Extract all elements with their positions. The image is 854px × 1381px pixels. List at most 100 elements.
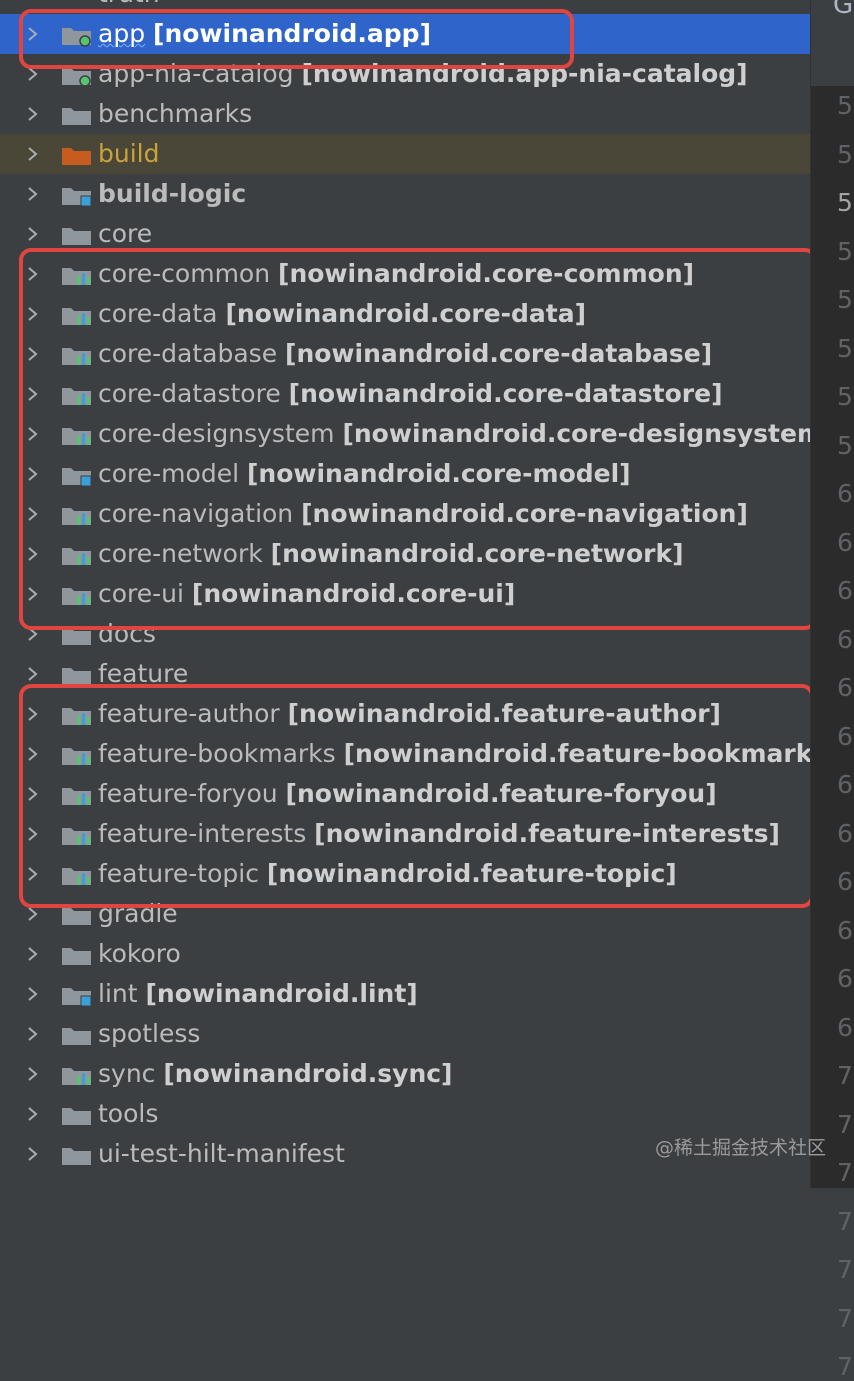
chevron-right-icon[interactable] <box>24 345 42 363</box>
module-icon <box>61 463 95 487</box>
chevron-right-icon[interactable] <box>24 65 42 83</box>
chevron-right-icon[interactable] <box>24 185 42 203</box>
tree-row-build-logic[interactable]: build-logic <box>0 174 810 214</box>
chevron-right-icon[interactable] <box>24 585 42 603</box>
chevron-right-icon[interactable] <box>24 785 42 803</box>
folder-name: docs <box>98 619 156 648</box>
chevron-right-icon[interactable] <box>24 425 42 443</box>
module-name: [nowinandroid.app] <box>153 19 431 48</box>
chevron-right-icon[interactable] <box>24 505 42 523</box>
chevron-right-icon[interactable] <box>24 1105 42 1123</box>
tree-row-core-database[interactable]: core-database [nowinandroid.core-databas… <box>0 334 810 374</box>
tree-row-core-datastore[interactable]: core-datastore [nowinandroid.core-datast… <box>0 374 810 414</box>
folder-name: feature-topic <box>98 859 259 888</box>
module-name: [nowinandroid.core-network] <box>270 539 684 568</box>
tree-row-label: build <box>98 140 159 168</box>
chevron-right-icon[interactable] <box>24 265 42 283</box>
tree-row-feature-interests[interactable]: feature-interests [nowinandroid.feature-… <box>0 814 810 854</box>
chevron-right-icon[interactable] <box>24 705 42 723</box>
chevron-right-icon[interactable] <box>24 1145 42 1163</box>
module-name: [nowinandroid.feature-foryou] <box>285 779 717 808</box>
library-module-icon <box>61 343 95 367</box>
tree-row-feature[interactable]: feature <box>0 654 810 694</box>
chevron-right-icon[interactable] <box>24 945 42 963</box>
module-name: [nowinandroid.feature-interests] <box>314 819 780 848</box>
folder-name: spotless <box>98 1019 201 1048</box>
tree-row-label: core-data [nowinandroid.core-data] <box>98 300 586 328</box>
chevron-right-icon[interactable] <box>24 545 42 563</box>
tree-row-label: core-ui [nowinandroid.core-ui] <box>98 580 515 608</box>
chevron-right-icon[interactable] <box>24 865 42 883</box>
tree-row-label: feature-topic [nowinandroid.feature-topi… <box>98 860 677 888</box>
chevron-right-icon[interactable] <box>24 1065 42 1083</box>
tree-row-docs[interactable]: docs <box>0 614 810 654</box>
tree-row-app-nia-catalog[interactable]: app-nia-catalog [nowinandroid.app-nia-ca… <box>0 54 810 94</box>
tree-row-tools[interactable]: tools <box>0 1094 810 1134</box>
folder-name: core-common <box>98 259 271 288</box>
tree-row-partial[interactable]: truth <box>0 0 810 14</box>
tree-row-gradle[interactable]: gradle <box>0 894 810 934</box>
tree-row-core-common[interactable]: core-common [nowinandroid.core-common] <box>0 254 810 294</box>
module-name: [nowinandroid.core-model] <box>246 459 631 488</box>
tree-row-benchmarks[interactable]: benchmarks <box>0 94 810 134</box>
folder-icon <box>61 1023 95 1047</box>
line-number: 7 <box>837 1303 853 1333</box>
tree-row-core-designsystem[interactable]: core-designsystem [nowinandroid.core-des… <box>0 414 834 454</box>
chevron-right-icon[interactable] <box>24 825 42 843</box>
tree-row-label: gradle <box>98 900 178 928</box>
chevron-right-icon[interactable] <box>24 1025 42 1043</box>
tree-row-label: core-network [nowinandroid.core-network] <box>98 540 684 568</box>
library-module-icon <box>61 583 95 607</box>
folder-name: gradle <box>98 899 178 928</box>
chevron-right-icon[interactable] <box>24 465 42 483</box>
library-module-icon <box>61 503 95 527</box>
chevron-right-icon[interactable] <box>24 745 42 763</box>
tree-row-feature-author[interactable]: feature-author [nowinandroid.feature-aut… <box>0 694 810 734</box>
tree-row-feature-foryou[interactable]: feature-foryou [nowinandroid.feature-for… <box>0 774 810 814</box>
folder-name: feature-bookmarks <box>98 739 336 768</box>
folder-name: core-data <box>98 299 218 328</box>
tree-row-label: tools <box>98 1100 158 1128</box>
folder-icon <box>61 663 95 687</box>
library-module-icon <box>61 423 95 447</box>
tree-row-kokoro[interactable]: kokoro <box>0 934 810 974</box>
chevron-right-icon[interactable] <box>24 665 42 683</box>
folder-name: kokoro <box>98 939 181 968</box>
chevron-right-icon[interactable] <box>24 625 42 643</box>
tree-row-app[interactable]: app [nowinandroid.app] <box>0 14 810 54</box>
tree-row-core-navigation[interactable]: core-navigation [nowinandroid.core-navig… <box>0 494 810 534</box>
tree-row-core-data[interactable]: core-data [nowinandroid.core-data] <box>0 294 810 334</box>
line-number: 6 <box>837 527 853 557</box>
tree-row-core-model[interactable]: core-model [nowinandroid.core-model] <box>0 454 810 494</box>
chevron-right-icon[interactable] <box>24 905 42 923</box>
tree-row-label: core-datastore [nowinandroid.core-datast… <box>98 380 723 408</box>
chevron-right-icon[interactable] <box>24 385 42 403</box>
excluded-folder-icon <box>61 143 95 167</box>
module-icon <box>61 183 95 207</box>
tree-row-feature-bookmarks[interactable]: feature-bookmarks [nowinandroid.feature-… <box>0 734 839 774</box>
folder-name: feature <box>98 659 189 688</box>
tree-row-label: sync [nowinandroid.sync] <box>98 1060 453 1088</box>
line-number: 5 <box>837 333 853 363</box>
line-number: 6 <box>837 1012 853 1042</box>
tree-row-spotless[interactable]: spotless <box>0 1014 810 1054</box>
tree-row-core-network[interactable]: core-network [nowinandroid.core-network] <box>0 534 810 574</box>
tree-row-sync[interactable]: sync [nowinandroid.sync] <box>0 1054 810 1094</box>
chevron-right-icon[interactable] <box>24 305 42 323</box>
chevron-right-icon[interactable] <box>24 105 42 123</box>
chevron-right-icon[interactable] <box>24 145 42 163</box>
tree-row-core-ui[interactable]: core-ui [nowinandroid.core-ui] <box>0 574 810 614</box>
tree-row-core[interactable]: core <box>0 214 810 254</box>
tree-row-feature-topic[interactable]: feature-topic [nowinandroid.feature-topi… <box>0 854 810 894</box>
chevron-right-icon[interactable] <box>24 985 42 1003</box>
module-name: [nowinandroid.core-datastore] <box>288 379 723 408</box>
line-number: 6 <box>837 479 853 508</box>
tree-row-label: lint [nowinandroid.lint] <box>98 980 418 1008</box>
chevron-right-icon[interactable] <box>24 25 42 43</box>
chevron-right-icon[interactable] <box>24 225 42 243</box>
tree-row-lint[interactable]: lint [nowinandroid.lint] <box>0 974 810 1014</box>
editor-tab[interactable]: G <box>811 0 854 86</box>
library-module-icon <box>61 1063 95 1087</box>
tree-row-build[interactable]: build <box>0 134 810 174</box>
module-name: [nowinandroid.core-navigation] <box>301 499 748 528</box>
